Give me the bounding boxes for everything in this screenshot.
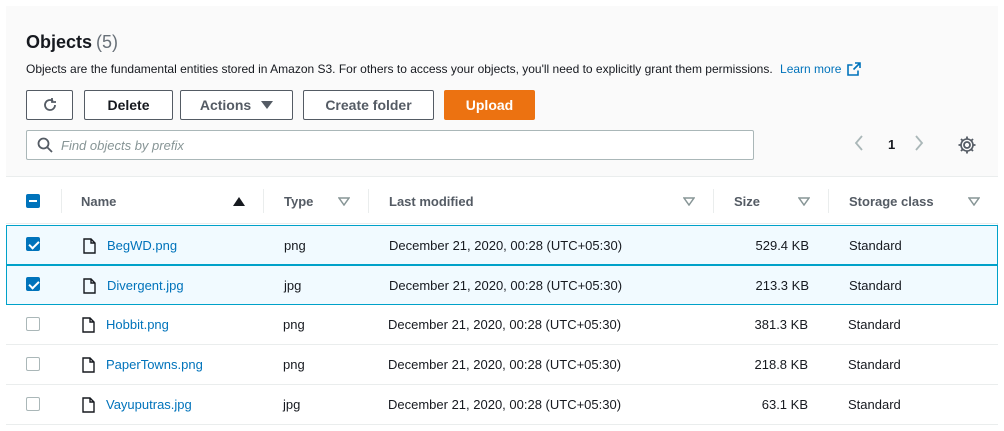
actions-dropdown[interactable]: Actions (180, 90, 293, 120)
refresh-button[interactable] (26, 90, 73, 120)
chevron-left-icon (854, 135, 863, 151)
select-all-checkbox[interactable] (26, 194, 40, 208)
object-storage-class: Standard (848, 317, 901, 332)
table-row[interactable]: Hobbit.png png December 21, 2020, 00:28 … (6, 305, 998, 345)
row-checkbox[interactable] (26, 277, 40, 291)
column-header-storage-class[interactable]: Storage class (849, 177, 934, 225)
caret-down-icon (261, 101, 274, 109)
learn-more-link[interactable]: Learn more (780, 62, 862, 76)
search-icon (37, 137, 53, 153)
object-last-modified: December 21, 2020, 00:28 (UTC+05:30) (388, 397, 622, 412)
column-divider (61, 189, 62, 213)
objects-panel: Objects (5) Objects are the fundamental e… (6, 6, 998, 425)
object-size: 381.3 KB (754, 317, 809, 332)
table-header: Name Type Last modified Size Storage cla… (6, 176, 998, 224)
object-type: jpg (283, 397, 301, 412)
object-count: (5) (96, 32, 119, 52)
objects-header: Objects (5) Objects are the fundamental e… (6, 6, 998, 176)
next-page-button[interactable] (913, 134, 925, 155)
sort-icon[interactable] (338, 197, 350, 206)
object-last-modified: December 21, 2020, 00:28 (UTC+05:30) (388, 357, 622, 372)
prev-page-button[interactable] (853, 134, 865, 155)
object-size: 218.8 KB (754, 357, 809, 372)
table-row[interactable]: PaperTowns.png png December 21, 2020, 00… (6, 345, 998, 385)
page-title: Objects (5) (26, 32, 118, 53)
object-storage-class: Standard (849, 277, 902, 293)
create-folder-button[interactable]: Create folder (303, 90, 434, 120)
actions-label: Actions (199, 97, 252, 113)
sort-icon[interactable] (798, 197, 810, 206)
object-size: 529.4 KB (755, 237, 810, 253)
page-number[interactable]: 1 (888, 137, 895, 152)
table-row[interactable]: Vayuputras.jpg jpg December 21, 2020, 00… (6, 385, 998, 425)
object-storage-class: Standard (848, 357, 901, 372)
learn-more-label: Learn more (780, 62, 842, 76)
object-name-link[interactable]: Divergent.jpg (107, 266, 184, 304)
object-last-modified: December 21, 2020, 00:28 (UTC+05:30) (389, 277, 623, 293)
title-text: Objects (26, 32, 93, 52)
object-size: 213.3 KB (755, 277, 810, 293)
object-type: png (283, 317, 305, 332)
column-header-name[interactable]: Name (81, 177, 116, 225)
file-icon (82, 357, 95, 373)
type-header-label: Type (284, 193, 314, 209)
table-row[interactable]: BegWD.png png December 21, 2020, 00:28 (… (6, 225, 998, 265)
description: Objects are the fundamental entities sto… (26, 62, 862, 76)
chevron-right-icon (915, 135, 924, 151)
object-last-modified: December 21, 2020, 00:28 (UTC+05:30) (389, 237, 623, 253)
object-name-link[interactable]: PaperTowns.png (106, 345, 203, 384)
file-icon (83, 238, 96, 254)
row-checkbox[interactable] (26, 357, 40, 371)
storage-class-header-label: Storage class (849, 193, 934, 209)
column-header-size[interactable]: Size (734, 177, 760, 225)
refresh-icon (43, 98, 56, 111)
description-text: Objects are the fundamental entities sto… (26, 62, 773, 76)
object-type: png (283, 357, 305, 372)
search-box (26, 130, 754, 160)
search-input[interactable] (61, 137, 721, 153)
table-row[interactable]: Divergent.jpg jpg December 21, 2020, 00:… (6, 265, 998, 305)
column-divider (263, 189, 264, 213)
object-type: png (284, 237, 306, 253)
column-divider (828, 189, 829, 213)
object-type: jpg (284, 277, 302, 293)
sort-icon[interactable] (683, 197, 695, 206)
column-divider (368, 189, 369, 213)
object-last-modified: December 21, 2020, 00:28 (UTC+05:30) (388, 317, 622, 332)
column-divider (713, 189, 714, 213)
delete-button[interactable]: Delete (84, 90, 173, 120)
file-icon (83, 278, 96, 294)
upload-button[interactable]: Upload (444, 90, 535, 120)
column-header-last-modified[interactable]: Last modified (389, 177, 474, 225)
object-storage-class: Standard (849, 237, 902, 253)
name-header-label: Name (81, 193, 117, 209)
sort-icon[interactable] (968, 197, 980, 206)
size-header-label: Size (734, 193, 761, 209)
last-modified-header-label: Last modified (389, 193, 474, 209)
column-header-type[interactable]: Type (284, 177, 313, 225)
gear-icon (958, 136, 976, 154)
preferences-button[interactable] (957, 135, 977, 160)
object-storage-class: Standard (848, 397, 901, 412)
object-name-link[interactable]: BegWD.png (107, 226, 177, 264)
file-icon (82, 317, 95, 333)
object-name-link[interactable]: Vayuputras.jpg (106, 385, 192, 424)
object-name-link[interactable]: Hobbit.png (106, 305, 169, 344)
external-link-icon (847, 62, 862, 76)
row-checkbox[interactable] (26, 397, 40, 411)
row-checkbox[interactable] (26, 237, 40, 251)
object-size: 63.1 KB (761, 397, 808, 412)
file-icon (82, 397, 95, 413)
row-checkbox[interactable] (26, 317, 40, 331)
sort-ascending-icon[interactable] (233, 197, 245, 206)
